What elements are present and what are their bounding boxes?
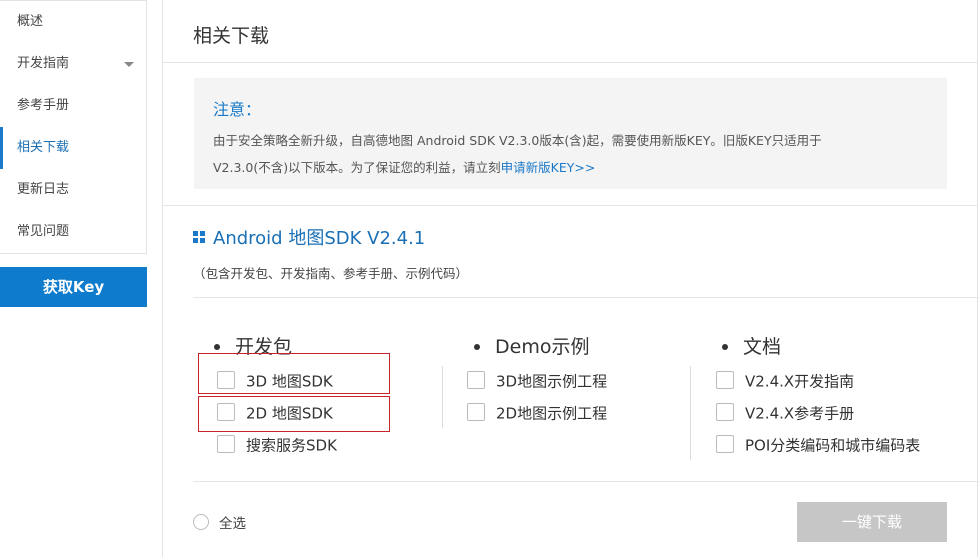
checkbox-item-search-sdk[interactable]: 搜索服务SDK xyxy=(217,434,337,456)
column-heading-text: Demo示例 xyxy=(495,336,590,358)
checkbox-label: V2.4.X参考手册 xyxy=(745,404,855,423)
checkbox-label: V2.4.X开发指南 xyxy=(745,372,855,391)
apply-new-key-link[interactable]: 申请新版KEY>> xyxy=(501,160,596,175)
highlight-box xyxy=(198,396,390,432)
notice-box: 注意： 由于安全策略全新升级，自高德地图 Android SDK V2.3.0版… xyxy=(194,78,947,189)
checkbox[interactable] xyxy=(217,435,235,453)
checkbox[interactable] xyxy=(467,403,485,421)
notice-title: 注意： xyxy=(213,100,262,119)
bullet-icon xyxy=(214,344,220,350)
grid-icon xyxy=(193,231,205,243)
column-heading-text: 文档 xyxy=(743,336,782,358)
column-heading: 文档 xyxy=(716,332,781,362)
page-title: 相关下载 xyxy=(193,25,270,47)
checkbox-item-2d-demo[interactable]: 2D地图示例工程 xyxy=(467,402,607,424)
highlight-box xyxy=(198,353,390,394)
chevron-down-icon[interactable] xyxy=(124,62,134,67)
divider xyxy=(193,297,979,298)
checkbox-item-poi-codes[interactable]: POI分类编码和城市编码表 xyxy=(716,434,920,456)
sidebar-item-dev-guide[interactable]: 开发指南 xyxy=(0,43,146,85)
bullet-icon xyxy=(474,344,480,350)
main-panel: 相关下载 注意： 由于安全策略全新升级，自高德地图 Android SDK V2… xyxy=(162,0,979,557)
column-divider xyxy=(690,366,691,460)
get-key-button[interactable]: 获取Key xyxy=(0,267,147,307)
checkbox-item-3d-demo[interactable]: 3D地图示例工程 xyxy=(467,370,607,392)
sdk-title-text: Android 地图SDK V2.4.1 xyxy=(213,228,426,249)
sdk-subtitle: （包含开发包、开发指南、参考手册、示例代码） xyxy=(193,266,469,281)
select-all-label: 全选 xyxy=(219,516,246,532)
checkbox-label: 3D地图示例工程 xyxy=(496,372,608,391)
radio-button[interactable] xyxy=(193,514,209,530)
sidebar: 概述 开发指南 参考手册 相关下载 更新日志 常见问题 xyxy=(0,0,147,254)
checkbox-label: POI分类编码和城市编码表 xyxy=(745,436,921,455)
divider xyxy=(163,205,978,206)
checkbox-label: 2D地图示例工程 xyxy=(496,404,608,423)
checkbox-item-dev-guide[interactable]: V2.4.X开发指南 xyxy=(716,370,854,392)
checkbox[interactable] xyxy=(716,403,734,421)
select-all[interactable]: 全选 xyxy=(193,512,246,532)
checkbox[interactable] xyxy=(716,435,734,453)
notice-text-line2-prefix: V2.3.0(不含)以下版本。为了保证您的利益，请立刻 xyxy=(213,160,501,175)
divider xyxy=(193,481,979,482)
column-docs: 文档 xyxy=(716,332,781,362)
divider xyxy=(163,62,978,63)
notice-text-line1: 由于安全策略全新升级，自高德地图 Android SDK V2.3.0版本(含)… xyxy=(213,133,822,148)
sidebar-item-overview[interactable]: 概述 xyxy=(0,1,146,43)
column-divider xyxy=(442,366,443,428)
sidebar-item-changelog[interactable]: 更新日志 xyxy=(0,169,146,211)
column-demo: Demo示例 xyxy=(468,332,589,362)
sidebar-item-faq[interactable]: 常见问题 xyxy=(0,211,146,253)
sidebar-item-label: 开发指南 xyxy=(17,56,70,71)
checkbox-item-reference-manual[interactable]: V2.4.X参考手册 xyxy=(716,402,854,424)
one-click-download-button[interactable]: 一键下载 xyxy=(797,502,947,542)
notice-text-line2: V2.3.0(不含)以下版本。为了保证您的利益，请立刻申请新版KEY>> xyxy=(213,157,595,176)
bullet-icon xyxy=(722,344,728,350)
sidebar-item-reference[interactable]: 参考手册 xyxy=(0,85,146,127)
sidebar-item-downloads[interactable]: 相关下载 xyxy=(0,127,146,169)
checkbox[interactable] xyxy=(467,371,485,389)
checkbox[interactable] xyxy=(716,371,734,389)
checkbox-label: 搜索服务SDK xyxy=(246,436,337,455)
column-heading: Demo示例 xyxy=(468,332,589,362)
sdk-title: Android 地图SDK V2.4.1 xyxy=(193,224,425,250)
